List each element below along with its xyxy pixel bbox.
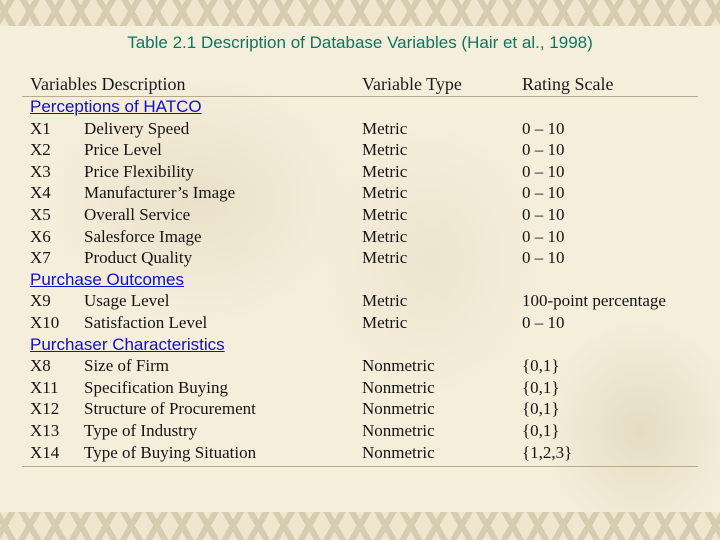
variable-description: Type of Industry — [84, 420, 198, 440]
variable-id: X8 — [30, 356, 51, 376]
variable-type: Nonmetric — [362, 442, 435, 462]
decorative-border-top — [0, 0, 720, 26]
rating-scale: 0 – 10 — [522, 183, 565, 203]
table-row: X7 Product Quality Metric 0 – 10 — [22, 247, 698, 269]
footer-divider — [22, 466, 698, 468]
table-row: X4 Manufacturer’s Image Metric 0 – 10 — [22, 182, 698, 204]
variable-type: Metric — [362, 291, 408, 311]
variable-description: Manufacturer’s Image — [84, 183, 236, 203]
table-body: Perceptions of HATCO X1 Delivery Speed Metr… — [22, 96, 698, 463]
table-row: X5 Overall Service Metric 0 – 10 — [22, 204, 698, 226]
variable-id: X7 — [30, 248, 51, 268]
rating-scale: 0 – 10 — [522, 204, 565, 224]
section-header: Perceptions of HATCO — [22, 96, 698, 118]
rating-scale: 100-point percentage — [522, 291, 666, 311]
table-row: X3 Price Flexibility Metric 0 – 10 — [22, 161, 698, 183]
variable-type: Metric — [362, 118, 408, 138]
variable-type: Nonmetric — [362, 356, 435, 376]
variable-description: Satisfaction Level — [84, 312, 208, 332]
variable-type: Nonmetric — [362, 377, 435, 397]
slide-title: Table 2.1 Description of Database Variab… — [127, 33, 593, 52]
variable-id: X5 — [30, 204, 51, 224]
section-header: Purchaser Characteristics — [22, 334, 698, 356]
variable-id: X10 — [30, 312, 60, 332]
variable-type: Metric — [362, 312, 408, 332]
table-row: X8 Size of Firm Nonmetric {0,1} — [22, 355, 698, 377]
table-row: X14 Type of Buying Situation Nonmetric {1,2… — [22, 442, 698, 464]
variable-id: X12 — [30, 399, 60, 419]
rating-scale: 0 – 10 — [522, 312, 565, 332]
table-row: X1 Delivery Speed Metric 0 – 10 — [22, 118, 698, 140]
variable-description: Delivery Speed — [84, 118, 190, 138]
variable-type: Metric — [362, 161, 408, 181]
variable-description: Type of Buying Situation — [84, 442, 257, 462]
variable-type: Metric — [362, 140, 408, 160]
variable-description: Structure of Procurement — [84, 399, 256, 419]
header-description: Variables Description — [30, 74, 186, 94]
rating-scale: 0 – 10 — [522, 226, 565, 246]
variable-type: Metric — [362, 226, 408, 246]
table-row: X10 Satisfaction Level Metric 0 – 10 — [22, 312, 698, 334]
variable-id: X3 — [30, 161, 51, 181]
variable-description: Size of Firm — [84, 356, 169, 376]
section-link[interactable]: Perceptions of HATCO — [30, 96, 202, 118]
rating-scale: {0,1} — [522, 399, 560, 419]
variable-description: Specification Buying — [84, 377, 229, 397]
variable-description: Product Quality — [84, 248, 193, 268]
rating-scale: {1,2,3} — [522, 442, 573, 462]
variable-type: Metric — [362, 248, 408, 268]
variable-id: X9 — [30, 291, 51, 311]
table-row: X11 Specification Buying Nonmetric {0,1} — [22, 377, 698, 399]
variable-id: X1 — [30, 118, 51, 138]
rating-scale: 0 – 10 — [522, 118, 565, 138]
rating-scale: 0 – 10 — [522, 161, 565, 181]
header-rating-scale: Rating Scale — [522, 74, 614, 94]
variable-id: X6 — [30, 226, 51, 246]
section-link[interactable]: Purchaser Characteristics — [30, 334, 225, 356]
header-variable-type: Variable Type — [362, 74, 462, 94]
variable-description: Price Level — [84, 140, 162, 160]
variable-id: X2 — [30, 140, 51, 160]
variable-description: Salesforce Image — [84, 226, 202, 246]
variable-type: Nonmetric — [362, 420, 435, 440]
rating-scale: {0,1} — [522, 356, 560, 376]
variable-id: X14 — [30, 442, 60, 462]
variable-description: Overall Service — [84, 204, 191, 224]
table-row: X9 Usage Level Metric 100-point percentage — [22, 290, 698, 312]
variable-id: X4 — [30, 183, 51, 203]
decorative-border-bottom — [0, 512, 720, 540]
variable-description: Price Flexibility — [84, 161, 195, 181]
section-link[interactable]: Purchase Outcomes — [30, 269, 184, 291]
variable-type: Nonmetric — [362, 399, 435, 419]
rating-scale: {0,1} — [522, 377, 560, 397]
variable-id: X11 — [30, 377, 59, 397]
variable-description: Usage Level — [84, 291, 170, 311]
variable-id: X13 — [30, 420, 60, 440]
section-header: Purchase Outcomes — [22, 269, 698, 291]
rating-scale: {0,1} — [522, 420, 560, 440]
rating-scale: 0 – 10 — [522, 140, 565, 160]
variables-table: Variables Description Variable Type Rati… — [22, 74, 698, 468]
rating-scale: 0 – 10 — [522, 248, 565, 268]
table-header: Variables Description Variable Type Rati… — [22, 74, 698, 96]
table-row: X13 Type of Industry Nonmetric {0,1} — [22, 420, 698, 442]
variable-type: Metric — [362, 183, 408, 203]
table-row: X2 Price Level Metric 0 – 10 — [22, 139, 698, 161]
table-row: X6 Salesforce Image Metric 0 – 10 — [22, 226, 698, 248]
variable-type: Metric — [362, 204, 408, 224]
table-row: X12 Structure of Procurement Nonmetric {0,1… — [22, 398, 698, 420]
